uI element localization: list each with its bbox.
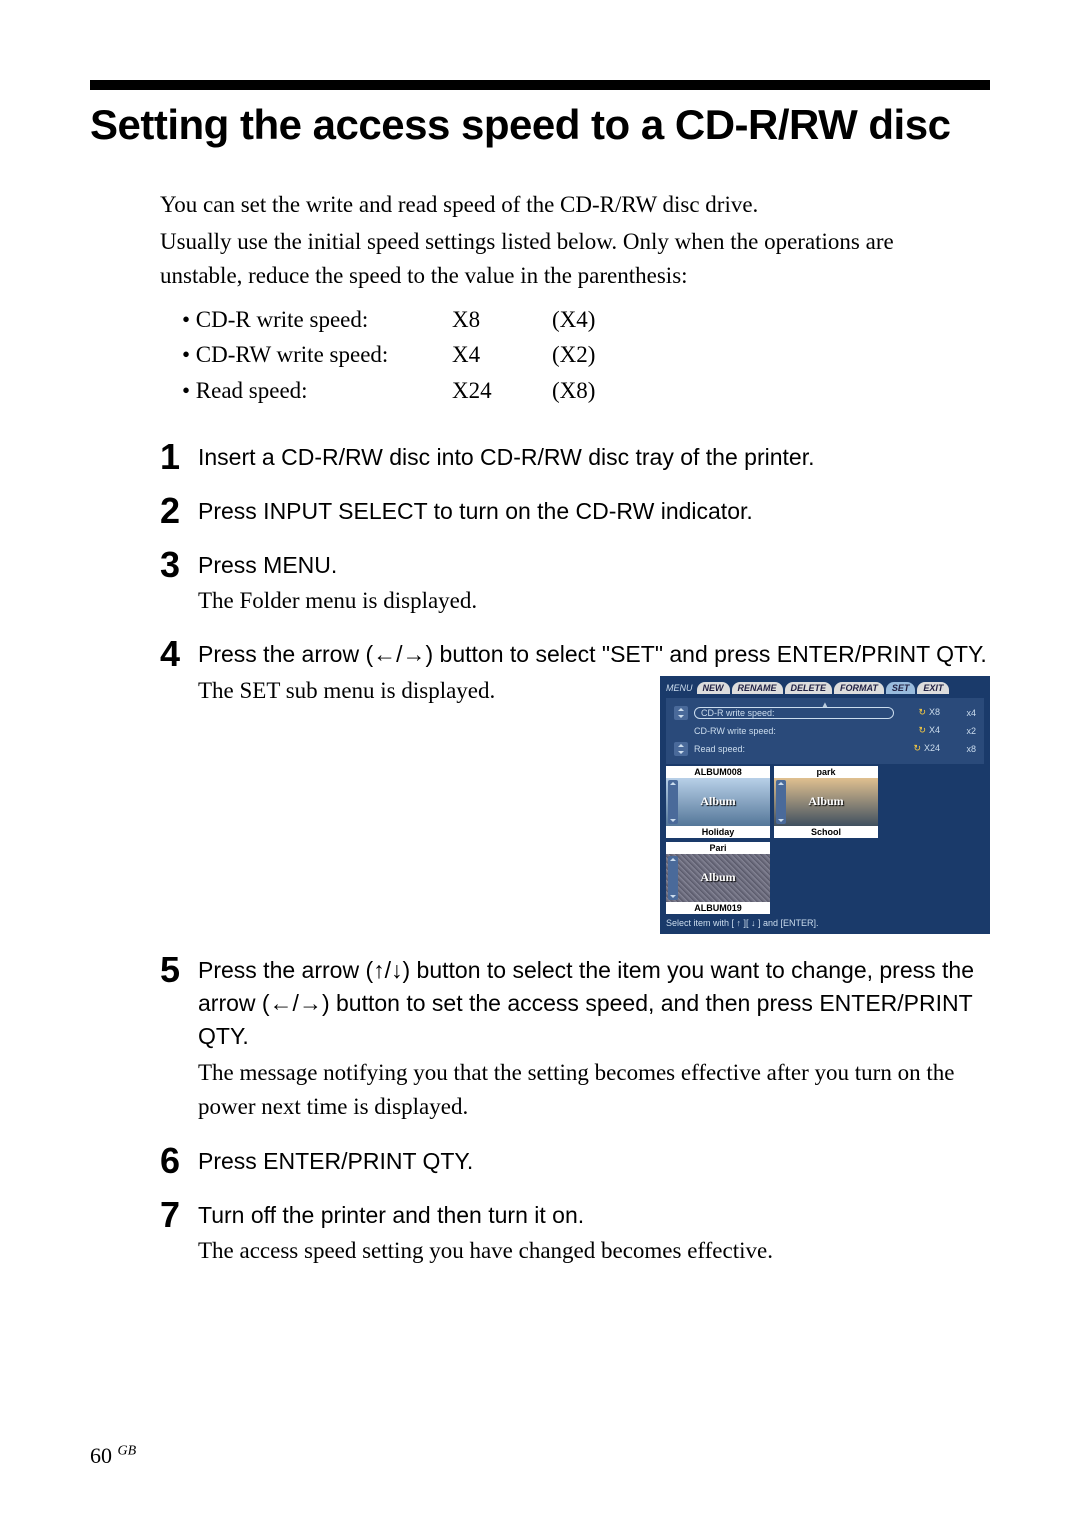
album-overlay-text: Album <box>808 794 843 809</box>
step-5: 5 Press the arrow (↑/↓) button to select… <box>160 952 990 1125</box>
speed-alt: (X2) <box>552 337 632 373</box>
speed-label: • CD-R write speed: <box>182 302 452 338</box>
setting-value-alt: x4 <box>940 708 976 718</box>
settings-panel: ▲ CD-R write speed: ↻X8 x4 CD-RW write <box>666 698 984 764</box>
step-number: 4 <box>160 636 198 933</box>
tab-exit[interactable]: EXIT <box>917 682 949 694</box>
step-heading: Press the arrow (←/→) button to select "… <box>198 638 990 671</box>
setting-value-current: ↻X24 <box>894 743 940 754</box>
tab-set[interactable]: SET <box>886 682 916 694</box>
embedded-screenshot: MENU NEW RENAME DELETE FORMAT SET EXIT ▲ <box>660 676 990 934</box>
album-grid: ALBUM008 Album Holiday park <box>666 766 984 914</box>
page-number-value: 60 <box>90 1443 112 1468</box>
step-number: 5 <box>160 952 198 1125</box>
album-overlay-text: Album <box>700 794 735 809</box>
menu-label: MENU <box>666 683 693 693</box>
speed-initial: X4 <box>452 337 552 373</box>
album-item[interactable]: ALBUM008 Album Holiday <box>666 766 770 838</box>
title-rule <box>90 80 990 90</box>
setting-row[interactable]: CD-RW write speed: ↻X4 x2 <box>674 722 976 740</box>
speed-row: • Read speed: X24 (X8) <box>182 373 990 409</box>
intro-block: You can set the write and read speed of … <box>160 188 920 294</box>
step-heading: Press ENTER/PRINT QTY. <box>198 1145 990 1178</box>
album-thumbnail: Album <box>774 778 878 826</box>
album-item[interactable]: Pari Album ALBUM019 <box>666 842 770 914</box>
step-heading: Press MENU. <box>198 549 990 582</box>
album-label: ALBUM019 <box>666 902 770 914</box>
menu-tab-row: MENU NEW RENAME DELETE FORMAT SET EXIT <box>666 682 984 694</box>
step-7: 7 Turn off the printer and then turn it … <box>160 1197 990 1269</box>
speed-initial: X8 <box>452 302 552 338</box>
album-label: park <box>774 766 878 778</box>
updown-icon <box>674 742 688 756</box>
album-label: Holiday <box>666 826 770 838</box>
speed-label: • CD-RW write speed: <box>182 337 452 373</box>
album-label: Pari <box>666 842 770 854</box>
step-number: 3 <box>160 547 198 619</box>
step-number: 6 <box>160 1143 198 1179</box>
page-region: GB <box>118 1444 137 1459</box>
page-number: 60 GB <box>90 1443 136 1469</box>
speed-initial: X24 <box>452 373 552 409</box>
steps-list: 1 Insert a CD-R/RW disc into CD-R/RW dis… <box>160 439 990 1269</box>
album-thumbnail: Album <box>666 778 770 826</box>
step-heading: Press the arrow (↑/↓) button to select t… <box>198 954 990 1054</box>
album-item[interactable]: park Album School <box>774 766 878 838</box>
speed-alt: (X4) <box>552 302 632 338</box>
scroll-up-icon: ▲ <box>821 700 829 709</box>
step-4: 4 Press the arrow (←/→) button to select… <box>160 636 990 933</box>
setting-value-alt: x2 <box>940 726 976 736</box>
help-text: Select item with [ ↑ ][ ↓ ] and [ENTER]. <box>666 918 984 928</box>
tab-new[interactable]: NEW <box>697 682 730 694</box>
tab-delete[interactable]: DELETE <box>785 682 833 694</box>
speed-alt: (X8) <box>552 373 632 409</box>
setting-label: CD-RW write speed: <box>694 726 894 736</box>
speed-row: • CD-RW write speed: X4 (X2) <box>182 337 990 373</box>
album-label: ALBUM008 <box>666 766 770 778</box>
tab-rename[interactable]: RENAME <box>732 682 783 694</box>
step-number: 1 <box>160 439 198 475</box>
cycle-icon: ↻ <box>918 725 926 736</box>
scroll-icon <box>668 780 678 824</box>
scroll-icon <box>668 856 678 900</box>
step-heading: Turn off the printer and then turn it on… <box>198 1199 990 1232</box>
setting-value-current: ↻X8 <box>894 707 940 718</box>
step-description: The access speed setting you have change… <box>198 1234 990 1269</box>
speed-label: • Read speed: <box>182 373 452 409</box>
step-number: 2 <box>160 493 198 529</box>
intro-p2: Usually use the initial speed settings l… <box>160 225 920 294</box>
setting-value-current: ↻X4 <box>894 725 940 736</box>
cycle-icon: ↻ <box>918 707 926 718</box>
step-description: The Folder menu is displayed. <box>198 584 990 619</box>
step-2: 2 Press INPUT SELECT to turn on the CD-R… <box>160 493 990 529</box>
updown-icon <box>674 706 688 720</box>
setting-value-alt: x8 <box>940 744 976 754</box>
cycle-icon: ↻ <box>913 743 921 754</box>
step-3: 3 Press MENU. The Folder menu is display… <box>160 547 990 619</box>
step-description: The SET sub menu is displayed. <box>198 674 642 709</box>
tab-format[interactable]: FORMAT <box>834 682 884 694</box>
scroll-icon <box>776 780 786 824</box>
album-label: School <box>774 826 878 838</box>
manual-page: Setting the access speed to a CD-R/RW di… <box>0 0 1080 1529</box>
setting-row[interactable]: Read speed: ↻X24 x8 <box>674 740 976 758</box>
album-thumbnail: Album <box>666 854 770 902</box>
step-1: 1 Insert a CD-R/RW disc into CD-R/RW dis… <box>160 439 990 475</box>
step-6: 6 Press ENTER/PRINT QTY. <box>160 1143 990 1179</box>
step-number: 7 <box>160 1197 198 1269</box>
speed-defaults-list: • CD-R write speed: X8 (X4) • CD-RW writ… <box>182 302 990 409</box>
speed-row: • CD-R write speed: X8 (X4) <box>182 302 990 338</box>
setting-label: Read speed: <box>694 744 894 754</box>
album-overlay-text: Album <box>700 870 735 885</box>
intro-p1: You can set the write and read speed of … <box>160 188 920 223</box>
step-description: The message notifying you that the setti… <box>198 1056 990 1125</box>
page-title: Setting the access speed to a CD-R/RW di… <box>90 102 990 148</box>
step-heading: Insert a CD-R/RW disc into CD-R/RW disc … <box>198 441 990 474</box>
step-heading: Press INPUT SELECT to turn on the CD-RW … <box>198 495 990 528</box>
setting-label: CD-R write speed: <box>694 707 894 719</box>
